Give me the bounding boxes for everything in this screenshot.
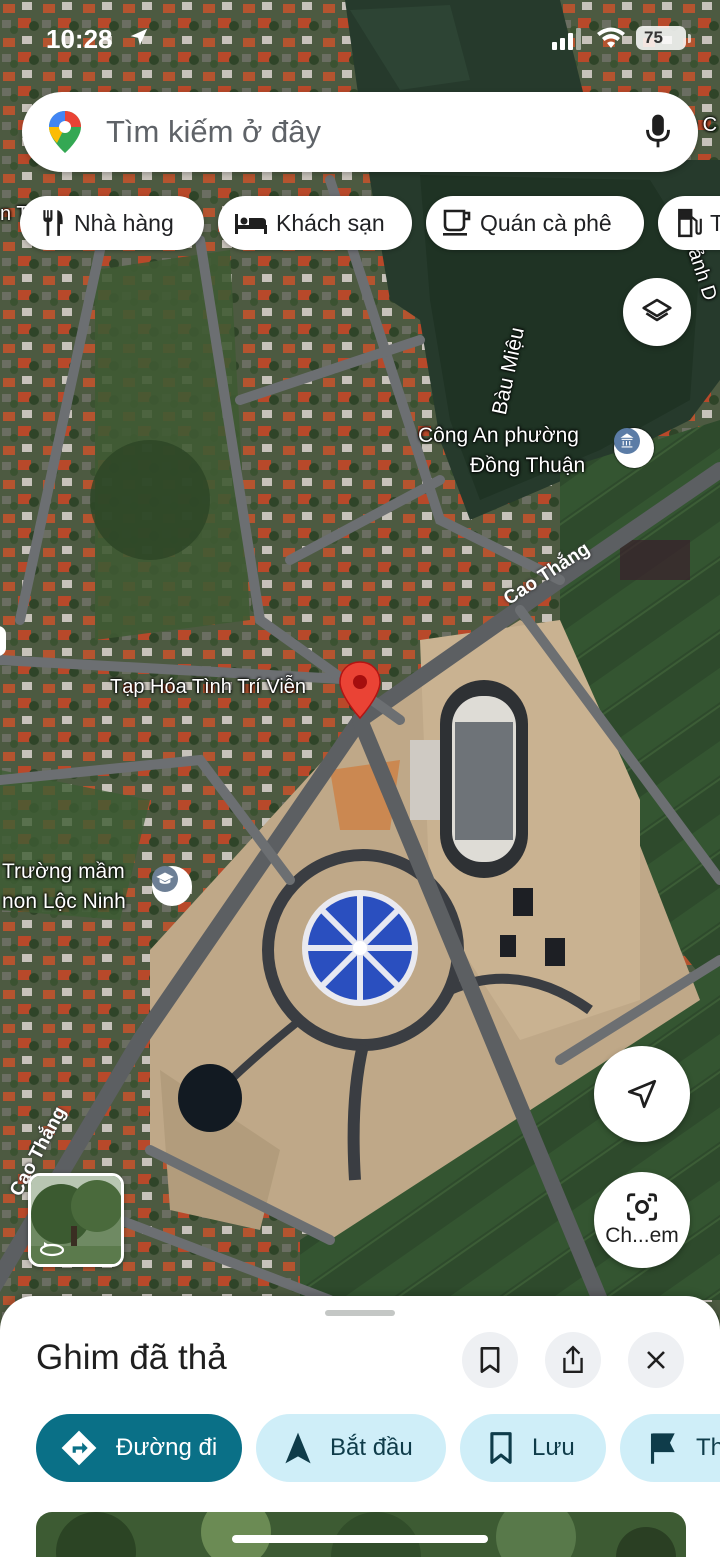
close-icon: [647, 1351, 665, 1369]
street-view-360-icon: [39, 1242, 65, 1257]
layers-button[interactable]: [623, 278, 691, 346]
battery-tip: [688, 34, 691, 43]
start-label: Bắt đầu: [330, 1434, 413, 1461]
directions-icon: [61, 1430, 97, 1466]
chip-label: T: [710, 209, 720, 236]
school-icon[interactable]: [152, 866, 192, 906]
microphone-icon[interactable]: [644, 112, 672, 155]
sheet-drag-handle[interactable]: [325, 1310, 395, 1316]
sheet-title: Ghim đã thả: [36, 1338, 227, 1377]
search-bar[interactable]: Tìm kiếm ở đây: [22, 92, 698, 172]
close-button[interactable]: [628, 1332, 684, 1388]
chip-label: Quán cà phê: [480, 209, 612, 236]
shop-label[interactable]: Tạp Hóa Tình Trí Viễn: [110, 676, 306, 699]
bookmark-icon: [480, 1347, 500, 1373]
add-label-button[interactable]: Th: [620, 1414, 720, 1482]
save-bookmark-button[interactable]: [462, 1332, 518, 1388]
search-input[interactable]: Tìm kiếm ở đây: [106, 114, 321, 150]
chip-restaurants[interactable]: Nhà hàng: [20, 196, 204, 250]
restaurant-icon: [43, 210, 63, 236]
place-bottom-sheet[interactable]: Ghim đã thả Đường đi Bắt đầu Lưu Th: [0, 1296, 720, 1557]
chip-label: Khách sạn: [276, 209, 385, 236]
street-view-thumbnail[interactable]: [28, 1173, 124, 1267]
flag-label: Th: [696, 1434, 720, 1461]
lens-camera-button[interactable]: Ch...em: [594, 1172, 690, 1268]
government-building-icon[interactable]: [614, 428, 654, 468]
police-label-line2[interactable]: Đồng Thuận: [470, 454, 585, 478]
share-button[interactable]: [545, 1332, 601, 1388]
directions-label: Đường đi: [116, 1434, 218, 1461]
google-maps-logo-icon: [48, 110, 82, 159]
flag-icon: [650, 1433, 675, 1464]
cellular-signal-icon: [552, 28, 584, 55]
status-bar: 10:28 75: [0, 22, 720, 58]
my-location-button[interactable]: [594, 1046, 690, 1142]
bookmark-outline-icon: [490, 1432, 512, 1464]
chip-label: Nhà hàng: [74, 209, 174, 236]
wifi-icon: [596, 26, 626, 55]
coffee-icon: [443, 209, 471, 236]
battery-indicator: 75: [636, 26, 686, 50]
save-action-button[interactable]: Lưu: [460, 1414, 606, 1482]
navigation-arrow-icon: [627, 1079, 657, 1109]
save-label: Lưu: [532, 1434, 575, 1461]
edge-place-icon[interactable]: [0, 626, 6, 656]
layers-icon: [642, 298, 672, 322]
school-label-line1[interactable]: Trường mầm: [2, 860, 125, 884]
start-navigation-button[interactable]: Bắt đầu: [256, 1414, 446, 1482]
hotel-icon: [235, 214, 267, 234]
chip-coffee[interactable]: Quán cà phê: [426, 196, 644, 250]
share-icon: [563, 1345, 583, 1373]
gas-station-icon: [678, 208, 702, 238]
camera-button-label: Ch...em: [605, 1224, 679, 1247]
home-indicator[interactable]: [232, 1535, 488, 1543]
status-time: 10:28: [46, 24, 113, 54]
chip-hotels[interactable]: Khách sạn: [218, 196, 412, 250]
navigation-icon: [285, 1432, 311, 1464]
chip-gas[interactable]: T: [658, 196, 720, 250]
location-arrow-icon: [128, 26, 150, 53]
police-label-line1[interactable]: Công An phường: [418, 424, 579, 448]
directions-button[interactable]: Đường đi: [36, 1414, 242, 1482]
camera-search-icon: [627, 1193, 657, 1221]
school-label-line2[interactable]: non Lộc Ninh: [2, 890, 126, 914]
